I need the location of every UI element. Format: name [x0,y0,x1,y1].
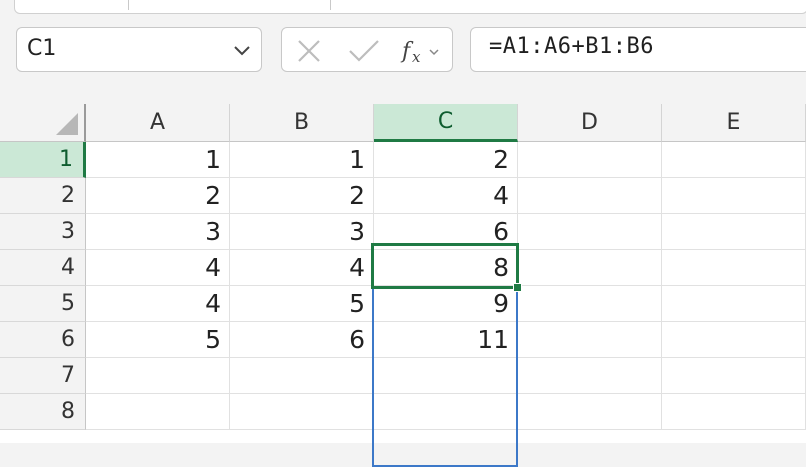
cell-e2[interactable] [662,178,806,214]
column-header-a[interactable]: A [86,104,230,142]
formula-text[interactable]: =A1:A6+B1:B6 [489,34,654,59]
row-header-6[interactable]: 6 [0,322,86,358]
cell-b5[interactable]: 5 [230,286,374,322]
worksheet-grid: A B C D E 1 1 1 2 2 2 2 4 3 3 3 6 4 4 4 8 5 4 5 9 6 5 6 11 7 8 [0,104,806,467]
row-header-3[interactable]: 3 [0,214,86,250]
cell-a3[interactable]: 3 [86,214,230,250]
row-header-7[interactable]: 7 [0,358,86,394]
cell-c6[interactable]: 11 [374,322,518,358]
cell-b4[interactable]: 4 [230,250,374,286]
name-box-value[interactable]: C1 [27,36,56,61]
row-header-8[interactable]: 8 [0,394,86,430]
cell-e7[interactable] [662,358,806,394]
column-header-e[interactable]: E [662,104,806,142]
cell-d6[interactable] [518,322,662,358]
chevron-down-icon[interactable] [233,41,251,59]
cell-c7[interactable] [374,358,518,394]
cell-d3[interactable] [518,214,662,250]
cell-a8[interactable] [86,394,230,430]
cell-c5[interactable]: 9 [374,286,518,322]
select-all-triangle-icon [56,113,78,135]
cell-a5[interactable]: 4 [86,286,230,322]
cell-c1[interactable]: 2 [374,142,518,178]
row-header-1[interactable]: 1 [0,142,86,178]
row-header-2[interactable]: 2 [0,178,86,214]
cell-e3[interactable] [662,214,806,250]
formula-actions: f x [281,27,453,72]
close-icon[interactable] [296,38,322,64]
column-header-d[interactable]: D [518,104,662,142]
name-box[interactable]: C1 [16,27,262,72]
cell-b7[interactable] [230,358,374,394]
cell-d8[interactable] [518,394,662,430]
cell-d1[interactable] [518,142,662,178]
cell-a4[interactable]: 4 [86,250,230,286]
column-header-c[interactable]: C [374,104,518,142]
select-all-button[interactable] [0,104,86,142]
ribbon-strip [0,0,806,14]
cell-b6[interactable]: 6 [230,322,374,358]
column-header-b[interactable]: B [230,104,374,142]
ribbon-toolbar [14,0,806,14]
cell-e5[interactable] [662,286,806,322]
cell-b2[interactable]: 2 [230,178,374,214]
cell-d7[interactable] [518,358,662,394]
cell-d5[interactable] [518,286,662,322]
cell-c3[interactable]: 6 [374,214,518,250]
cell-d4[interactable] [518,250,662,286]
cell-c2[interactable]: 4 [374,178,518,214]
ribbon-separator [128,0,129,10]
cell-a2[interactable]: 2 [86,178,230,214]
ribbon-separator [330,0,331,10]
cell-a1[interactable]: 1 [86,142,230,178]
fill-handle[interactable] [513,283,522,292]
row-header-4[interactable]: 4 [0,250,86,286]
cell-b3[interactable]: 3 [230,214,374,250]
cell-c8[interactable] [374,394,518,430]
check-icon[interactable] [348,38,380,64]
cell-d2[interactable] [518,178,662,214]
cell-e8[interactable] [662,394,806,430]
cell-b1[interactable]: 1 [230,142,374,178]
formula-bar[interactable]: =A1:A6+B1:B6 [470,27,806,72]
cell-b8[interactable] [230,394,374,430]
cell-e6[interactable] [662,322,806,358]
cell-e1[interactable] [662,142,806,178]
cell-c4[interactable]: 8 [374,250,518,286]
row-header-5[interactable]: 5 [0,286,86,322]
svg-text:x: x [412,48,421,66]
function-icon[interactable]: f x [400,36,446,66]
cell-a7[interactable] [86,358,230,394]
cell-e4[interactable] [662,250,806,286]
cell-a6[interactable]: 5 [86,322,230,358]
